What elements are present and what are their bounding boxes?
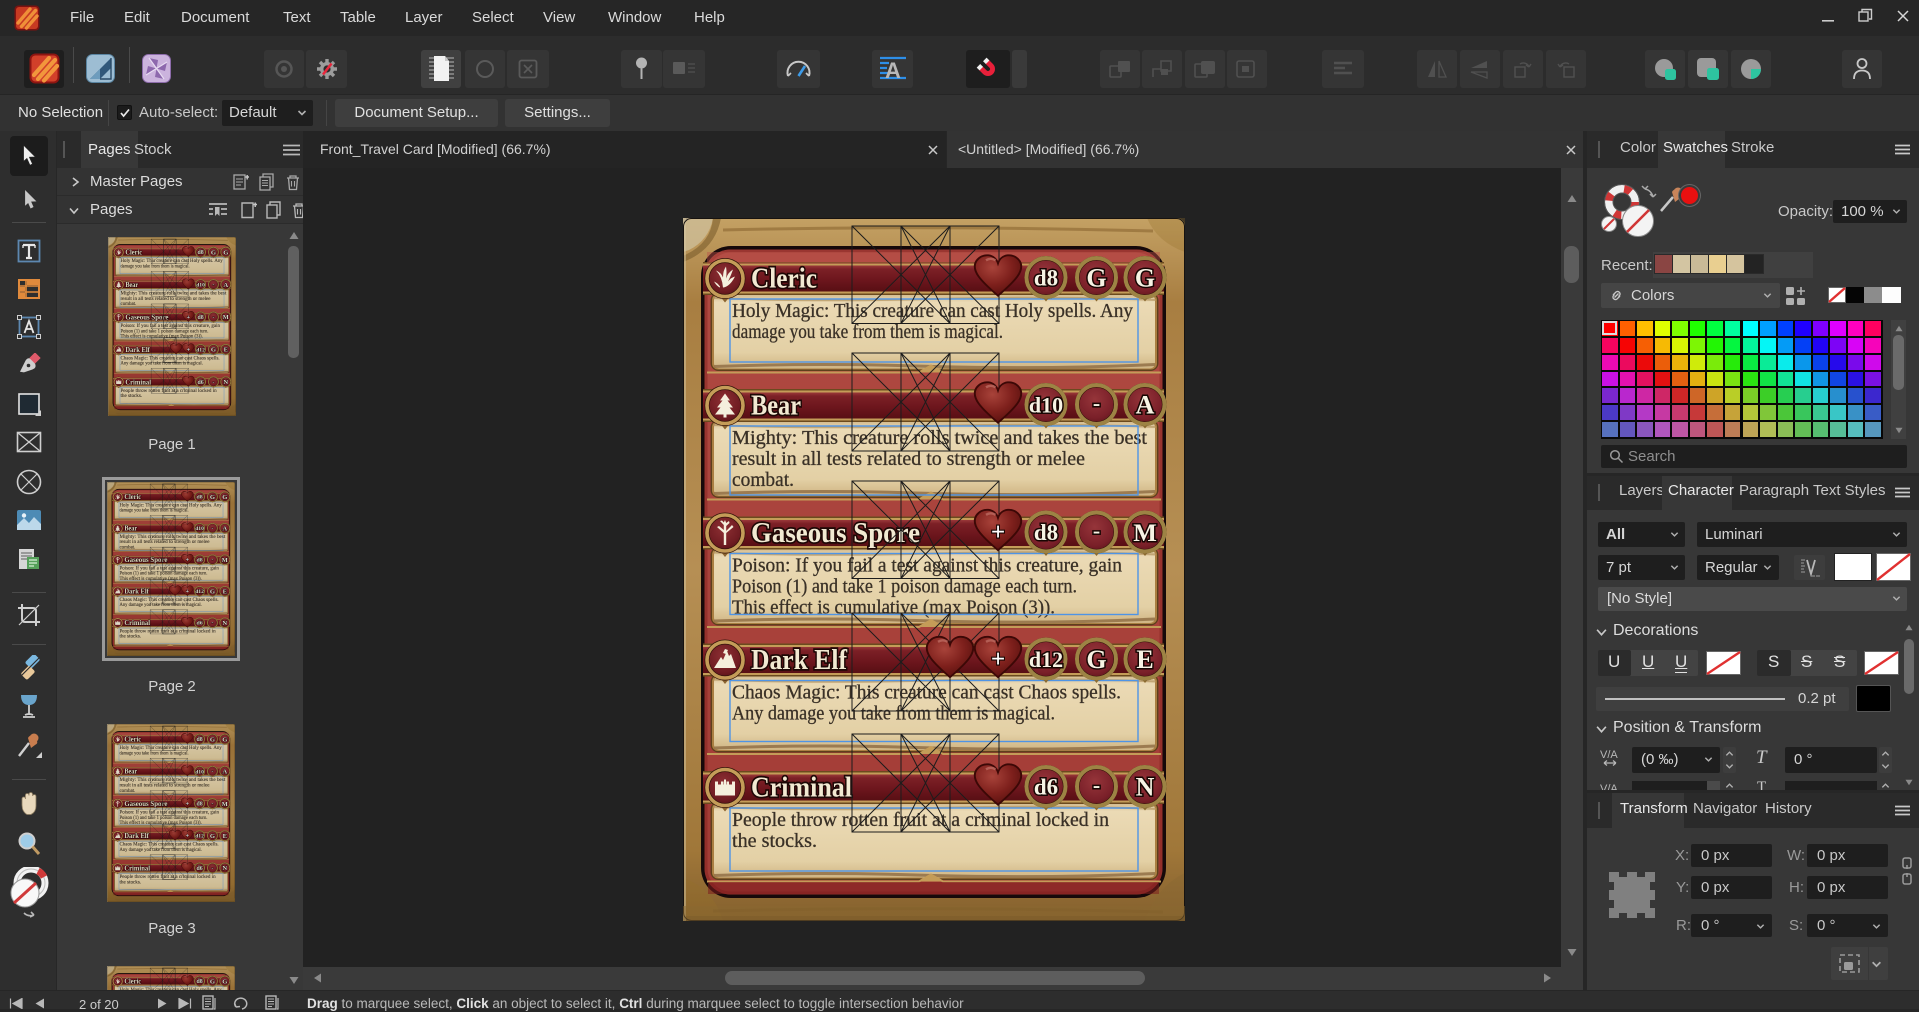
svg-text:V/A: V/A bbox=[1600, 749, 1618, 761]
svg-text:A: A bbox=[885, 58, 901, 83]
